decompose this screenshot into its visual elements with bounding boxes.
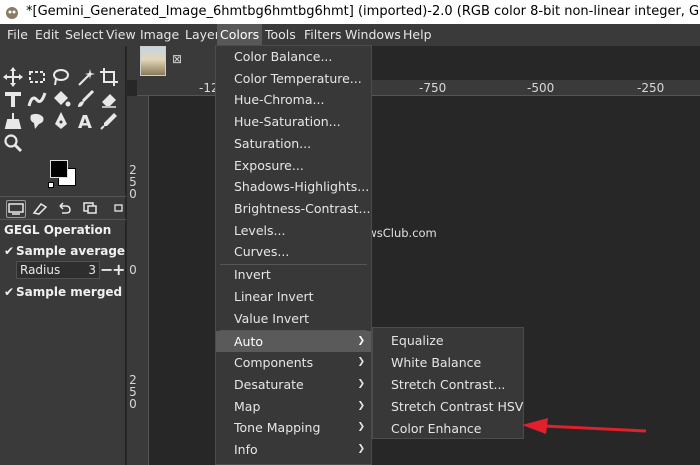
images-icon[interactable]	[81, 200, 101, 218]
annotation-arrow-icon	[522, 418, 647, 434]
checkmark-icon: ✔	[4, 285, 15, 299]
dock-tabs	[0, 196, 126, 220]
menu-tools[interactable]: Tools	[262, 24, 299, 46]
ruler-label: -500	[527, 81, 555, 95]
submenu-arrow-icon: ❯	[357, 444, 365, 454]
submenu-arrow-icon: ❯	[357, 400, 365, 411]
undo-history-icon[interactable]	[56, 200, 76, 218]
menu-image[interactable]: Image	[137, 24, 182, 46]
crop-icon[interactable]	[98, 66, 120, 88]
ruler-label: 0	[129, 187, 137, 201]
ruler-label: -750	[419, 81, 447, 95]
menu-item-auto[interactable]: Auto ❯	[216, 330, 371, 352]
menu-item-color-enhance[interactable]: Color Enhance	[373, 418, 523, 439]
tool-options-title: GEGL Operation	[4, 223, 112, 237]
menu-item-exposure[interactable]: Exposure...	[216, 155, 371, 176]
ruler-label: -250	[637, 81, 665, 95]
submenu-arrow-icon: ❯	[357, 422, 365, 433]
colors-menu: Color Balance... Color Temperature... Hu…	[215, 45, 372, 465]
radius-decrement-button[interactable]: −	[100, 262, 113, 278]
menu-edit[interactable]: Edit	[32, 24, 62, 46]
menu-item-tone-mapping[interactable]: Tone Mapping ❯	[216, 417, 371, 438]
vertical-ruler[interactable]: 2 5 0 0 2 5 0	[127, 96, 149, 465]
menu-item-saturation[interactable]: Saturation...	[216, 133, 371, 154]
window-title: *[Gemini_Generated_Image_6hmtbg6hmtbg6hm…	[26, 4, 700, 19]
menu-item-hue-saturation[interactable]: Hue-Saturation...	[216, 111, 371, 132]
menu-item-equalize[interactable]: Equalize	[373, 330, 523, 351]
window-titlebar: *[Gemini_Generated_Image_6hmtbg6hmtbg6hm…	[0, 0, 700, 24]
menu-item-brightness-contrast[interactable]: Brightness-Contrast...	[216, 198, 371, 219]
menu-file[interactable]: File	[4, 24, 31, 46]
dock-menu-icon[interactable]	[110, 200, 123, 218]
sample-merged-checkbox[interactable]: ✔ Sample merged	[4, 284, 122, 300]
menu-item-map[interactable]: Map ❯	[216, 396, 371, 417]
menu-item-components[interactable]: Components ❯	[216, 352, 371, 373]
radius-label: Radius	[20, 263, 61, 277]
rect-select-icon[interactable]	[26, 66, 48, 88]
foreground-color-swatch[interactable]	[50, 160, 68, 178]
menu-item-hue-chroma[interactable]: Hue-Chroma...	[216, 89, 371, 110]
radius-control: Radius 3 − +	[16, 261, 125, 279]
fuzzy-select-icon[interactable]	[74, 66, 96, 88]
ruler-label: 0	[129, 397, 137, 411]
menu-item-stretch-contrast[interactable]: Stretch Contrast...	[373, 374, 523, 395]
image-tab-thumbnail[interactable]	[140, 46, 166, 76]
menu-item-linear-invert[interactable]: Linear Invert	[216, 286, 371, 307]
gimp-logo-icon	[6, 7, 18, 19]
menu-item-value-invert[interactable]: Value Invert	[216, 308, 371, 329]
submenu-arrow-icon: ❯	[357, 357, 365, 368]
close-icon[interactable]: ⊠	[172, 53, 184, 65]
warp-icon[interactable]	[26, 88, 48, 110]
sample-average-checkbox[interactable]: ✔ Sample average	[4, 243, 125, 259]
auto-submenu: Equalize White Balance Stretch Contrast.…	[372, 327, 524, 439]
paths-icon[interactable]	[50, 110, 72, 132]
menubar: File Edit Select View Image Layer Colors…	[0, 24, 700, 46]
menu-item-invert[interactable]: Invert	[216, 264, 371, 285]
lasso-icon[interactable]	[50, 66, 72, 88]
menu-item-color-temperature[interactable]: Color Temperature...	[216, 68, 371, 89]
device-status-icon[interactable]	[31, 200, 51, 218]
color-picker-icon[interactable]	[98, 110, 120, 132]
radius-increment-button[interactable]: +	[112, 262, 125, 278]
menu-windows[interactable]: Windows	[342, 24, 404, 46]
menu-item-levels[interactable]: Levels...	[216, 220, 371, 241]
tool-options-icon[interactable]	[6, 200, 26, 218]
radius-value: 3	[88, 263, 96, 277]
color-swatches[interactable]	[48, 158, 78, 188]
svg-text:A: A	[78, 112, 92, 132]
radius-field[interactable]: Radius 3	[16, 261, 100, 279]
sample-average-label: Sample average	[16, 244, 126, 258]
menu-select[interactable]: Select	[62, 24, 107, 46]
clone-icon[interactable]	[2, 110, 24, 132]
menu-colors[interactable]: Colors	[217, 24, 263, 46]
eraser-icon[interactable]	[98, 88, 120, 110]
default-colors-icon[interactable]	[48, 182, 54, 188]
ruler-label: 0	[129, 263, 137, 277]
bucket-fill-icon[interactable]	[50, 88, 72, 110]
menu-item-white-balance[interactable]: White Balance	[373, 352, 523, 373]
checkmark-icon: ✔	[4, 244, 15, 258]
paintbrush-icon[interactable]	[74, 88, 96, 110]
sample-merged-label: Sample merged	[16, 285, 123, 299]
menu-item-desaturate[interactable]: Desaturate ❯	[216, 374, 371, 395]
menu-item-shadows-highlights[interactable]: Shadows-Highlights...	[216, 176, 371, 197]
menu-help[interactable]: Help	[400, 24, 435, 46]
unified-transform-icon[interactable]	[2, 88, 24, 110]
submenu-arrow-icon: ❯	[357, 378, 365, 389]
text-icon[interactable]: A	[74, 110, 96, 133]
menu-view[interactable]: View	[103, 24, 139, 46]
menu-item-color-balance[interactable]: Color Balance...	[216, 46, 371, 67]
menu-item-stretch-contrast-hsv[interactable]: Stretch Contrast HSV	[373, 396, 523, 417]
menu-filters[interactable]: Filters	[301, 24, 344, 46]
menu-item-curves[interactable]: Curves...	[216, 241, 371, 262]
menu-item-info[interactable]: Info ❯	[216, 439, 371, 460]
move-icon[interactable]	[2, 66, 24, 88]
smudge-icon[interactable]	[26, 110, 48, 132]
submenu-arrow-icon: ❯	[357, 335, 365, 346]
zoom-icon[interactable]	[2, 132, 24, 154]
